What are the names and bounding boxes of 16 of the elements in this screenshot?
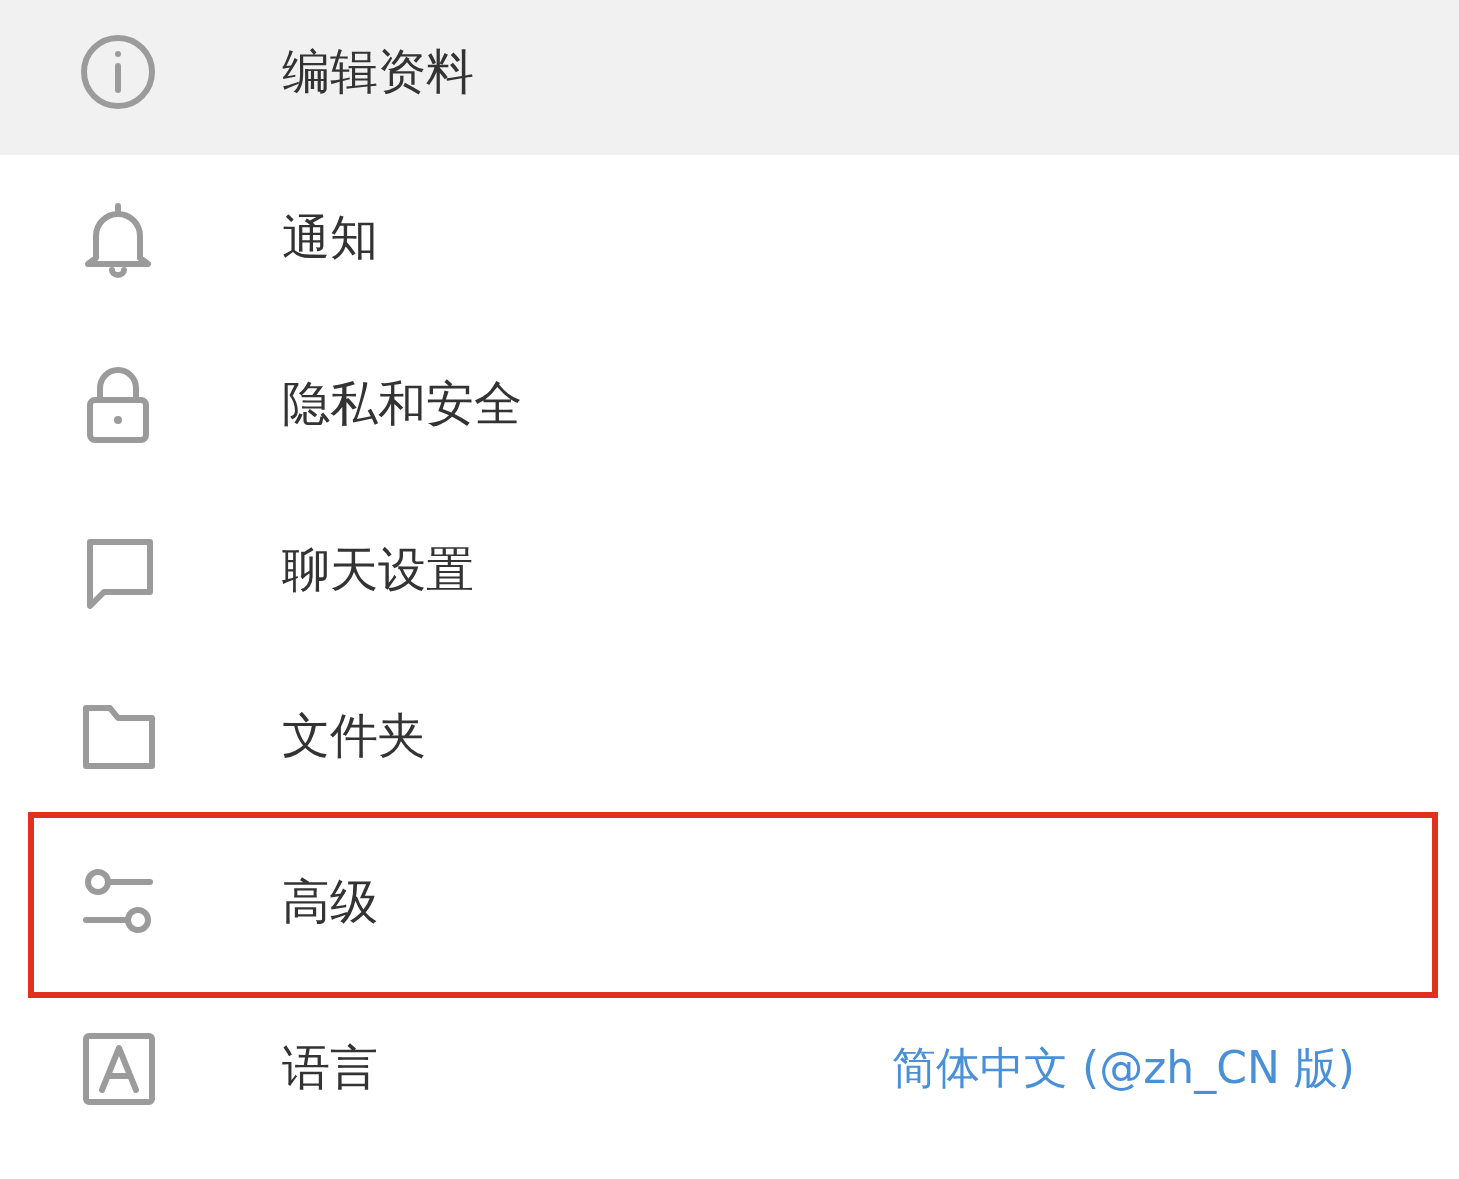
menu-label: 高级 <box>282 872 378 931</box>
menu-label: 语言 <box>282 1038 378 1097</box>
menu-item[interactable]: 文件夹 <box>0 653 1459 819</box>
menu-label: 聊天设置 <box>282 540 474 599</box>
menu-item[interactable]: 语言 简体中文 (@zh_CN 版) <box>0 985 1459 1151</box>
menu-label: 隐私和安全 <box>282 374 522 433</box>
menu-item[interactable]: 聊天设置 <box>0 487 1459 653</box>
menu-item[interactable]: 通知 <box>0 155 1459 321</box>
menu-item[interactable]: 隐私和安全 <box>0 321 1459 487</box>
menu-label: 文件夹 <box>282 706 426 765</box>
menu-item[interactable]: 编辑资料 <box>0 0 1459 155</box>
menu-item[interactable]: 高级 <box>0 819 1459 985</box>
menu-label: 编辑资料 <box>282 42 474 101</box>
menu-label: 通知 <box>282 208 378 267</box>
info-icon <box>78 32 158 112</box>
language-value: 简体中文 (@zh_CN 版) <box>892 1040 1355 1096</box>
